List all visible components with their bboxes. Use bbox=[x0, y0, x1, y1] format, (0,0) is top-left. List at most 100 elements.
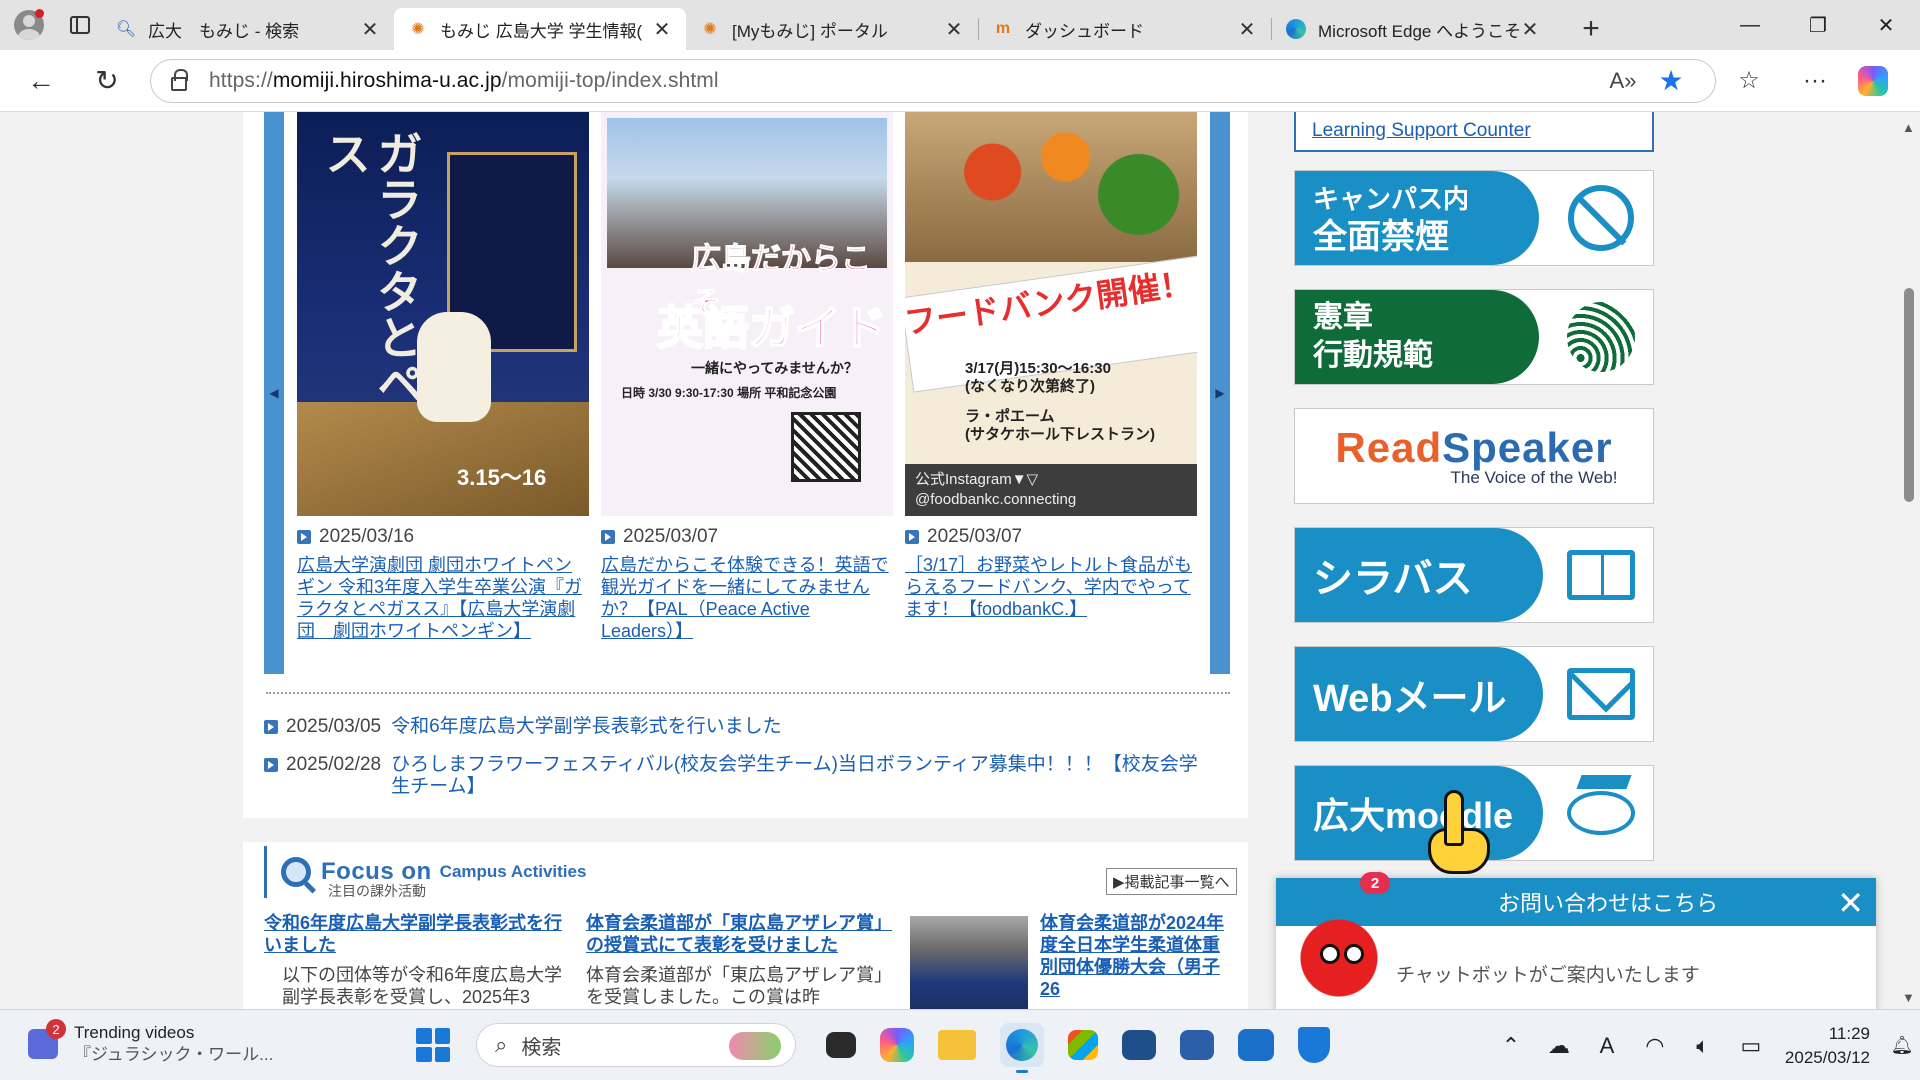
close-icon[interactable]: ✕ bbox=[1837, 884, 1864, 922]
banner-label: シラバス bbox=[1295, 528, 1543, 622]
carousel-prev-button[interactable]: ◀ bbox=[264, 112, 284, 674]
tab-dashboard[interactable]: m ダッシュボード ✕ bbox=[979, 8, 1271, 50]
tab-momiji-active[interactable]: ✺ もみじ 広島大学 学生情報( ✕ bbox=[394, 8, 686, 50]
banner-line: キャンパス内 bbox=[1313, 184, 1470, 214]
article-list-link[interactable]: ▶掲載記事一覧へ bbox=[1106, 868, 1237, 895]
address-bar[interactable]: https://momiji.hiroshima-u.ac.jp/momiji-… bbox=[150, 58, 1716, 103]
tab-actions-button[interactable] bbox=[58, 0, 102, 50]
search-placeholder: 検索 bbox=[521, 1036, 562, 1059]
clock-time: 11:29 bbox=[1828, 1023, 1870, 1043]
copilot-icon[interactable] bbox=[1858, 65, 1888, 96]
carousel-card: フードバンク開催！ 3/17(月)15:30〜16:30 (なくなり次第終了) … bbox=[905, 112, 1197, 620]
defender-shield-icon[interactable] bbox=[1298, 1027, 1330, 1063]
arrow-bullet-icon bbox=[297, 530, 311, 544]
close-window-button[interactable]: ✕ bbox=[1852, 0, 1920, 50]
tab-search[interactable]: 🔍︎ 広大 もみじ - 検索 ✕ bbox=[102, 8, 394, 50]
chatbot-widget[interactable]: お問い合わせはこちら ✕ 2 チャットボットがご案内いたします bbox=[1276, 872, 1876, 1009]
tab-edge-welcome[interactable]: Microsoft Edge へようこそ ✕ bbox=[1272, 8, 1554, 50]
close-icon[interactable]: ✕ bbox=[944, 17, 964, 42]
ime-icon[interactable]: A bbox=[1583, 1033, 1631, 1059]
focus-article-title[interactable]: 体育会柔道部が2024年度全日本学生柔道体重別団体優勝大会（男子26 bbox=[1040, 912, 1230, 1000]
widgets-button[interactable]: 2 Trending videos 『ジュラシック・ワール... bbox=[28, 1019, 273, 1066]
restore-button[interactable]: ❐ bbox=[1784, 0, 1852, 50]
notification-bell-icon[interactable]: 🔔︎ bbox=[1884, 1031, 1920, 1061]
favorite-star-icon[interactable]: ★ bbox=[1647, 64, 1695, 97]
system-tray: ⌃ ☁ A ◠ 🔈︎ ▭ 11:29 2025/03/12 🔔︎ bbox=[1487, 1010, 1920, 1080]
read-aloud-icon[interactable]: A» bbox=[1599, 68, 1647, 94]
new-tab-button[interactable]: + bbox=[1566, 8, 1616, 50]
close-icon[interactable]: ✕ bbox=[1237, 17, 1257, 42]
close-icon[interactable]: ✕ bbox=[652, 17, 672, 42]
search-highlight-icon bbox=[729, 1032, 781, 1060]
close-icon[interactable]: ✕ bbox=[360, 17, 380, 42]
outlook-icon[interactable] bbox=[1238, 1029, 1274, 1061]
favorites-icon[interactable]: ☆ bbox=[1716, 66, 1782, 95]
no-smoking-banner[interactable]: キャンパス内 全面禁煙 bbox=[1294, 170, 1654, 266]
close-icon[interactable]: ✕ bbox=[1520, 17, 1540, 42]
event-poster-image[interactable]: フードバンク開催！ 3/17(月)15:30〜16:30 (なくなり次第終了) … bbox=[905, 112, 1197, 516]
dotted-divider bbox=[266, 692, 1230, 694]
copilot-app-icon[interactable] bbox=[880, 1028, 914, 1062]
carousel-next-button[interactable]: ▶ bbox=[1210, 112, 1230, 674]
card-date: 2025/03/16 bbox=[297, 526, 589, 548]
chevron-right-icon: ▶ bbox=[1215, 386, 1225, 400]
readspeaker-banner[interactable]: ReadSpeaker The Voice of the Web! bbox=[1294, 408, 1654, 504]
envelope-icon bbox=[1567, 661, 1635, 727]
syllabus-banner[interactable]: シラバス bbox=[1294, 527, 1654, 623]
chevron-up-icon[interactable]: ⌃ bbox=[1487, 1033, 1535, 1059]
back-button[interactable]: ← bbox=[14, 61, 68, 101]
refresh-button[interactable]: ↻ bbox=[80, 61, 134, 101]
scroll-up-icon[interactable]: ▲ bbox=[1902, 120, 1915, 135]
page-scrollbar[interactable]: ▲ ▼ bbox=[1898, 112, 1920, 1009]
video-widget-icon: 2 bbox=[28, 1019, 66, 1059]
volume-icon[interactable]: 🔈︎ bbox=[1679, 1033, 1727, 1059]
widget-title: Trending videos bbox=[74, 1023, 195, 1042]
tab-title: 広大 もみじ - 検索 bbox=[148, 21, 300, 41]
event-poster-image[interactable]: 広島だからこそ 英語ガイド 一緒にやってみませんか？ 日時 3/30 9:30-… bbox=[601, 112, 893, 516]
hand-cursor-icon bbox=[1426, 790, 1496, 880]
clock[interactable]: 11:29 2025/03/12 bbox=[1785, 1022, 1870, 1070]
card-link[interactable]: 広島大学演劇団 劇団ホワイトペンギン 令和3年度入学生卒業公演『ガラクタとペガス… bbox=[297, 554, 589, 642]
focus-article-title[interactable]: 令和6年度広島大学副学長表彰式を行いました bbox=[264, 912, 564, 956]
scrollbar-thumb[interactable] bbox=[1904, 288, 1914, 502]
focus-article-title[interactable]: 体育会柔道部が「東広島アザレア賞」の授賞式にて表彰を受けました bbox=[586, 912, 892, 956]
news-link[interactable]: ひろしまフラワーフェスティバル(校友会学生チーム)当日ボランティア募集中！！！【… bbox=[391, 754, 1211, 798]
remote-desktop-icon[interactable] bbox=[1122, 1030, 1156, 1060]
logo-read: Read bbox=[1335, 424, 1443, 471]
wifi-icon[interactable]: ◠ bbox=[1631, 1033, 1679, 1059]
charter-banner[interactable]: 憲章 行動規範 bbox=[1294, 289, 1654, 385]
graduation-cap-icon bbox=[1567, 780, 1635, 846]
poster-cat bbox=[417, 312, 491, 422]
card-date: 2025/03/07 bbox=[905, 526, 1197, 548]
more-menu-icon[interactable]: ··· bbox=[1782, 67, 1848, 95]
battery-icon[interactable]: ▭ bbox=[1727, 1033, 1775, 1059]
file-explorer-icon[interactable] bbox=[938, 1030, 976, 1060]
scroll-down-icon[interactable]: ▼ bbox=[1902, 990, 1915, 1005]
windows-start-icon[interactable] bbox=[416, 1028, 450, 1062]
edge-app-icon[interactable] bbox=[1000, 1023, 1044, 1073]
card-link[interactable]: ［3/17］お野菜やレトルト食品がもらえるフードバンク、学内でやってます！【fo… bbox=[905, 554, 1197, 620]
profile-button[interactable] bbox=[0, 0, 58, 50]
task-view-icon[interactable] bbox=[826, 1032, 856, 1058]
cloud-offline-icon[interactable]: ☁ bbox=[1535, 1033, 1583, 1059]
focus-article-excerpt: 体育会柔道部が「東広島アザレア賞」を受賞しました。この賞は昨 bbox=[586, 965, 892, 1007]
chat-message: チャットボットがご案内いたします bbox=[1396, 965, 1700, 986]
window-controls: — ❐ ✕ bbox=[1716, 0, 1920, 50]
tab-title: Microsoft Edge へようこそ bbox=[1318, 21, 1520, 41]
store-icon[interactable] bbox=[1068, 1030, 1098, 1060]
minimize-button[interactable]: — bbox=[1716, 0, 1784, 50]
calendar-app-icon[interactable] bbox=[1180, 1030, 1214, 1060]
banner-line: 憲章 bbox=[1313, 301, 1373, 334]
card-date-text: 2025/03/07 bbox=[623, 526, 719, 547]
taskbar-search[interactable]: ⌕ 検索 bbox=[476, 1023, 796, 1067]
webmail-banner[interactable]: Webメール bbox=[1294, 646, 1654, 742]
card-link[interactable]: 広島だからこそ体験できる！英語で観光ガイドを一緒にしてみませんか？【PAL（Pe… bbox=[601, 554, 893, 642]
card-date-text: 2025/03/07 bbox=[927, 526, 1023, 547]
clock-date: 2025/03/12 bbox=[1784, 1047, 1870, 1067]
focus-article-photo[interactable] bbox=[910, 916, 1028, 1009]
news-link[interactable]: 令和6年度広島大学副学長表彰式を行いました bbox=[391, 716, 782, 738]
url-text[interactable]: https://momiji.hiroshima-u.ac.jp/momiji-… bbox=[209, 69, 1599, 93]
learning-support-link[interactable]: Learning Support Counter bbox=[1294, 112, 1654, 152]
tab-my-momiji[interactable]: ✺ [Myもみじ] ポータル ✕ bbox=[686, 8, 978, 50]
event-poster-image[interactable]: ガラクタとペガスス 3.15〜16 bbox=[297, 112, 589, 516]
